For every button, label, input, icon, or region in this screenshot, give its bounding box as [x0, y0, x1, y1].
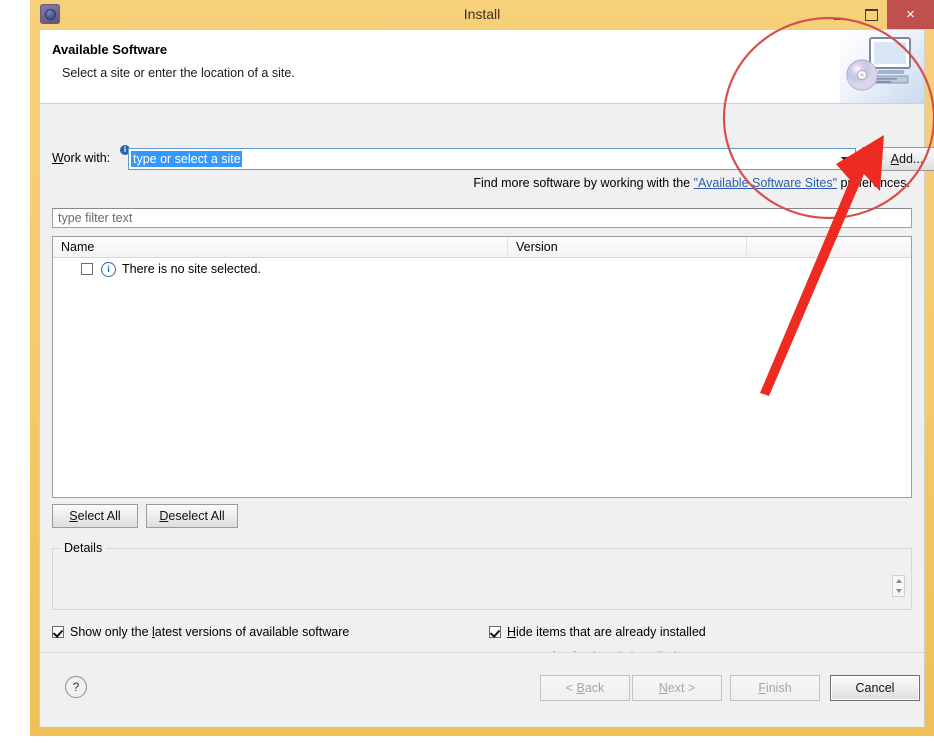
- maximize-icon: [864, 8, 878, 21]
- next-button[interactable]: Next >: [632, 675, 722, 701]
- page-subtitle: Select a site or enter the location of a…: [62, 66, 295, 80]
- maximize-button[interactable]: [855, 0, 887, 29]
- available-software-table[interactable]: Name Version i There is no site selected…: [52, 236, 912, 498]
- back-button-label: < Back: [565, 681, 605, 695]
- cancel-button[interactable]: Cancel: [830, 675, 920, 701]
- computer-cd-banner-icon: [840, 30, 924, 103]
- work-with-mnemonic: W: [52, 151, 64, 165]
- column-header-name[interactable]: Name: [53, 237, 508, 257]
- dialog-body: Work with: i type or select a site Add..…: [40, 104, 934, 719]
- dialog-banner: Available Software Select a site or ente…: [40, 30, 924, 104]
- option-hide-installed-label: Hide items that are already installed: [507, 625, 706, 639]
- work-with-label: Work with:: [52, 151, 110, 165]
- minimize-icon: [833, 17, 845, 20]
- back-button[interactable]: < Back: [540, 675, 630, 701]
- work-with-input-value[interactable]: type or select a site: [131, 151, 242, 167]
- info-icon: i: [101, 261, 116, 277]
- deselect-all-button[interactable]: Deselect All: [146, 504, 238, 528]
- option-show-latest-versions-label: Show only the latest versions of availab…: [70, 625, 350, 639]
- details-label: Details: [60, 541, 107, 555]
- work-with-label-rest: ork with:: [63, 151, 111, 165]
- window-controls: ×: [823, 0, 934, 29]
- up-down-spinner-icon[interactable]: [892, 575, 905, 597]
- column-header-version[interactable]: Version: [508, 237, 747, 257]
- help-button[interactable]: ?: [65, 676, 87, 698]
- chevron-down-icon[interactable]: [835, 149, 854, 169]
- minimize-button[interactable]: [823, 0, 855, 29]
- select-all-label: Select All: [69, 509, 121, 523]
- find-more-text: Find more software by working with the "…: [473, 176, 910, 190]
- deselect-all-label: Deselect All: [159, 509, 225, 523]
- column-header-blank[interactable]: [747, 237, 911, 257]
- add-button[interactable]: Add...: [862, 147, 934, 171]
- spinner-down-arrow[interactable]: [895, 589, 902, 593]
- row-checkbox[interactable]: [81, 263, 93, 275]
- close-button[interactable]: ×: [887, 0, 934, 29]
- select-all-button[interactable]: Select All: [52, 504, 138, 528]
- option-hide-installed-checkbox[interactable]: [489, 626, 501, 638]
- find-more-prefix: Find more software by working with the: [473, 176, 694, 190]
- window-title: Install: [463, 6, 501, 22]
- page-title: Available Software: [52, 42, 168, 57]
- dialog-client-area: Available Software Select a site or ente…: [39, 29, 934, 727]
- caret-triangle: [840, 156, 849, 162]
- table-row[interactable]: i There is no site selected.: [53, 258, 911, 280]
- title-bar: Install ×: [30, 0, 934, 29]
- row-label: There is no site selected.: [122, 262, 261, 276]
- option-hide-installed[interactable]: Hide items that are already installed: [489, 625, 706, 639]
- install-dialog-window: Install × Available Software Select a si…: [30, 0, 934, 736]
- finish-button[interactable]: Finish: [730, 675, 820, 701]
- dialog-footer: ? < Back Next > Finish Cancel: [40, 652, 924, 727]
- screenshot-root: Install × Available Software Select a si…: [0, 0, 934, 743]
- option-show-latest-versions[interactable]: Show only the latest versions of availab…: [52, 625, 349, 639]
- filter-input[interactable]: type filter text: [52, 208, 912, 228]
- details-group: [52, 548, 912, 610]
- table-header-row: Name Version: [53, 237, 911, 258]
- work-with-combo[interactable]: type or select a site: [128, 148, 856, 170]
- spinner-up-arrow[interactable]: [895, 579, 902, 583]
- next-button-label: Next >: [658, 681, 696, 695]
- option-show-latest-versions-checkbox[interactable]: [52, 626, 64, 638]
- available-software-sites-link[interactable]: "Available Software Sites": [694, 176, 837, 190]
- finish-button-label: Finish: [758, 681, 792, 695]
- find-more-suffix: preferences.: [837, 176, 911, 190]
- add-button-label: Add...: [890, 152, 924, 166]
